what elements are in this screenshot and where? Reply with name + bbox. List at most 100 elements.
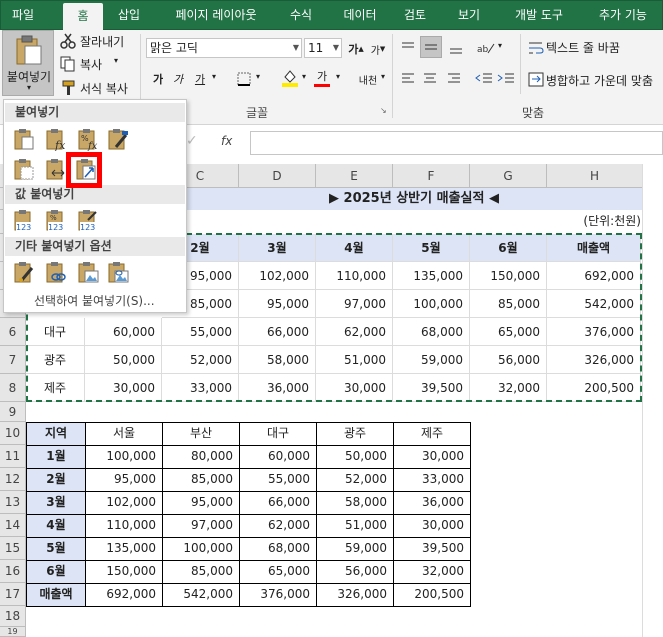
data-cell[interactable]: 62,000 bbox=[316, 318, 393, 346]
paste-picture-icon[interactable] bbox=[76, 260, 100, 284]
chevron-down-icon[interactable]: ▾ bbox=[381, 72, 385, 81]
lower-data-cell[interactable]: 102,000 bbox=[85, 491, 163, 515]
lower-data-cell[interactable]: 110,000 bbox=[85, 514, 163, 538]
data-cell[interactable]: 36,000 bbox=[239, 374, 316, 402]
region-cell[interactable]: 대구 bbox=[26, 318, 85, 346]
align-center-icon[interactable] bbox=[420, 69, 440, 89]
data-cell[interactable]: 68,000 bbox=[393, 318, 470, 346]
paste-formatting-icon[interactable] bbox=[12, 260, 36, 284]
lower-header-cell[interactable]: 대구 bbox=[239, 422, 317, 446]
data-cell[interactable]: 102,000 bbox=[239, 262, 316, 290]
chevron-down-icon[interactable]: ▾ bbox=[498, 41, 502, 50]
region-cell[interactable]: 광주 bbox=[26, 346, 85, 374]
align-bottom-icon[interactable] bbox=[446, 38, 466, 58]
lower-header-cell[interactable]: 광주 bbox=[316, 422, 394, 446]
tab-insert[interactable]: 삽입 bbox=[109, 1, 149, 30]
lower-month-cell[interactable]: 5월 bbox=[26, 537, 86, 561]
row-header[interactable]: 13 bbox=[0, 491, 26, 514]
paste-values-number-format-icon[interactable]: %123 bbox=[44, 208, 68, 232]
data-cell[interactable]: 150,000 bbox=[470, 262, 547, 290]
lower-data-cell[interactable]: 68,000 bbox=[239, 537, 317, 561]
shrink-font-button[interactable]: 가 ▼ bbox=[368, 39, 388, 59]
data-cell[interactable]: 50,000 bbox=[85, 346, 162, 374]
lower-data-cell[interactable]: 33,000 bbox=[393, 468, 471, 492]
data-cell[interactable]: 32,000 bbox=[470, 374, 547, 402]
data-cell[interactable]: 30,000 bbox=[85, 374, 162, 402]
lower-data-cell[interactable]: 66,000 bbox=[239, 491, 317, 515]
row-header[interactable]: 12 bbox=[0, 468, 26, 491]
lower-month-cell[interactable]: 6월 bbox=[26, 560, 86, 584]
cut-button[interactable]: 잘라내기 bbox=[80, 33, 124, 50]
tab-view[interactable]: 보기 bbox=[449, 1, 489, 30]
row-header[interactable]: 7 bbox=[0, 346, 26, 374]
lower-data-cell[interactable]: 150,000 bbox=[85, 560, 163, 584]
lower-data-cell[interactable]: 100,000 bbox=[85, 445, 163, 469]
decrease-indent-icon[interactable] bbox=[474, 69, 494, 89]
grow-font-button[interactable]: 가 ▲ bbox=[346, 39, 366, 59]
data-cell[interactable]: 51,000 bbox=[316, 346, 393, 374]
data-cell[interactable]: 326,000 bbox=[547, 346, 641, 374]
data-cell[interactable]: 60,000 bbox=[85, 318, 162, 346]
lower-header-cell[interactable]: 서울 bbox=[85, 422, 163, 446]
tab-home[interactable]: 홈 bbox=[63, 3, 103, 31]
align-left-icon[interactable] bbox=[398, 69, 418, 89]
lower-data-cell[interactable]: 65,000 bbox=[239, 560, 317, 584]
lower-data-cell[interactable]: 36,000 bbox=[393, 491, 471, 515]
row-header[interactable]: 8 bbox=[0, 374, 26, 402]
chevron-down-icon[interactable]: ▾ bbox=[256, 72, 260, 81]
row-header[interactable]: 6 bbox=[0, 318, 26, 346]
lower-data-cell[interactable]: 80,000 bbox=[162, 445, 240, 469]
tab-file[interactable]: 파일 bbox=[3, 1, 43, 30]
lower-data-cell[interactable]: 51,000 bbox=[316, 514, 394, 538]
formula-input[interactable] bbox=[250, 131, 663, 155]
column-header[interactable]: F bbox=[393, 164, 470, 188]
font-color-button[interactable]: 가 bbox=[312, 67, 332, 87]
paste-linked-picture-icon[interactable] bbox=[106, 260, 130, 284]
paste-button[interactable]: 붙여넣기 ▾ bbox=[2, 30, 54, 96]
paste-no-borders-icon[interactable] bbox=[12, 157, 36, 181]
fill-color-icon[interactable] bbox=[280, 67, 300, 87]
lower-month-cell[interactable]: 1월 bbox=[26, 445, 86, 469]
tab-page-layout[interactable]: 페이지 레이아웃 bbox=[163, 1, 269, 30]
data-cell[interactable]: 135,000 bbox=[393, 262, 470, 290]
row-header[interactable]: 16 bbox=[0, 560, 26, 583]
data-cell[interactable]: 65,000 bbox=[470, 318, 547, 346]
paste-values-source-formatting-icon[interactable]: 123 bbox=[76, 208, 100, 232]
align-top-icon[interactable] bbox=[398, 38, 418, 58]
data-cell[interactable]: 30,000 bbox=[316, 374, 393, 402]
lower-data-cell[interactable]: 50,000 bbox=[316, 445, 394, 469]
lower-data-cell[interactable]: 97,000 bbox=[162, 514, 240, 538]
lower-header-cell[interactable]: 제주 bbox=[393, 422, 471, 446]
data-cell[interactable]: 100,000 bbox=[393, 290, 470, 318]
tab-review[interactable]: 검토 bbox=[395, 1, 435, 30]
lower-data-cell[interactable]: 30,000 bbox=[393, 445, 471, 469]
enter-check-icon[interactable]: ✓ bbox=[186, 133, 198, 149]
column-header[interactable]: H bbox=[547, 164, 643, 188]
data-cell[interactable]: 542,000 bbox=[547, 290, 641, 318]
header-cell[interactable]: 6월 bbox=[470, 234, 547, 262]
header-cell[interactable]: 3월 bbox=[239, 234, 316, 262]
lower-header-cell[interactable]: 지역 bbox=[26, 422, 86, 446]
row-header[interactable]: 11 bbox=[0, 445, 26, 468]
lower-data-cell[interactable]: 100,000 bbox=[162, 537, 240, 561]
orientation-icon[interactable]: ab bbox=[476, 38, 496, 58]
copy-button[interactable]: 복사 bbox=[80, 56, 102, 73]
data-cell[interactable]: 97,000 bbox=[316, 290, 393, 318]
paste-keep-column-widths-icon[interactable] bbox=[44, 157, 68, 181]
insert-function-button[interactable]: fx bbox=[221, 134, 232, 148]
lower-data-cell[interactable]: 200,500 bbox=[393, 583, 471, 607]
wrap-text-button[interactable]: 텍스트 줄 바꿈 bbox=[546, 39, 620, 56]
chevron-down-icon[interactable]: ▾ bbox=[212, 72, 216, 81]
lower-data-cell[interactable]: 60,000 bbox=[239, 445, 317, 469]
lower-data-cell[interactable]: 58,000 bbox=[316, 491, 394, 515]
row-header[interactable]: 17 bbox=[0, 583, 26, 606]
lower-data-cell[interactable]: 376,000 bbox=[239, 583, 317, 607]
lower-data-cell[interactable]: 85,000 bbox=[162, 560, 240, 584]
paste-icon[interactable] bbox=[12, 127, 36, 151]
bold-button[interactable]: 가 bbox=[148, 69, 168, 89]
data-cell[interactable]: 33,000 bbox=[162, 374, 239, 402]
tab-data[interactable]: 데이터 bbox=[335, 1, 385, 30]
lower-data-cell[interactable]: 56,000 bbox=[316, 560, 394, 584]
row-header[interactable]: 15 bbox=[0, 537, 26, 560]
lower-data-cell[interactable]: 692,000 bbox=[85, 583, 163, 607]
